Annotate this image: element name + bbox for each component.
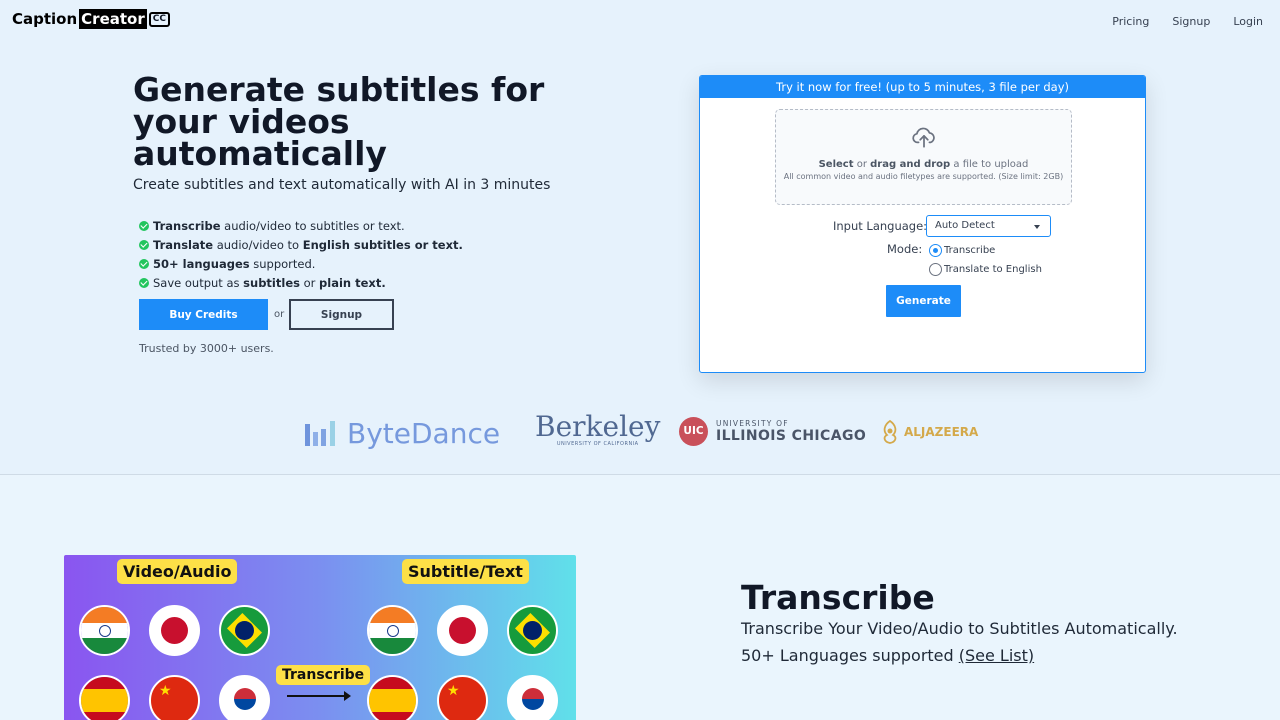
uic-logo: UIC UNIVERSITY OF ILLINOIS CHICAGO (679, 417, 866, 446)
uic-line2: ILLINOIS CHICAGO (716, 428, 867, 444)
radio-translate[interactable] (929, 263, 942, 276)
input-language-value: Auto Detect (935, 220, 995, 231)
signup-button[interactable]: Signup (289, 299, 394, 330)
input-language-label: Input Language: (833, 219, 928, 233)
japan-flag-icon (149, 605, 200, 656)
languages-text: 50+ Languages supported (741, 646, 959, 665)
brazil-flag-icon (219, 605, 270, 656)
dropzone-note: All common video and audio filetypes are… (783, 172, 1064, 181)
trusted-text: Trusted by 3000+ users. (139, 342, 274, 355)
buy-credits-button[interactable]: Buy Credits (139, 299, 268, 330)
aljazeera-logo: ALJAZEERA (880, 419, 978, 445)
see-list-link[interactable]: (See List) (959, 646, 1034, 665)
feature-bold: Translate (153, 237, 214, 252)
illus-tag-video-audio: Video/Audio (117, 559, 238, 584)
check-icon (139, 239, 149, 250)
check-icon (139, 220, 149, 231)
bytedance-text: ByteDance (347, 417, 501, 450)
nav-link-pricing[interactable]: Pricing (1112, 15, 1149, 28)
berkeley-logo: Berkeley UNIVERSITY OF CALIFORNIA (535, 410, 661, 448)
mode-option-translate[interactable]: Translate to English (929, 263, 1042, 276)
or-text: or (274, 309, 285, 320)
section-languages: 50+ Languages supported (See List) (741, 646, 1034, 665)
arrow-right-icon (287, 691, 351, 701)
feature-list: Transcribe audio/video to subtitles or t… (139, 216, 463, 292)
bytedance-logo: ByteDance (305, 417, 500, 450)
feature-item: Translate audio/video to English subtitl… (139, 235, 463, 254)
nav-link-login[interactable]: Login (1233, 15, 1263, 28)
india-flag-icon (79, 605, 130, 656)
hero-title: Generate subtitles for your videos autom… (133, 70, 545, 173)
generate-button[interactable]: Generate (886, 285, 961, 317)
spain-flag-icon (367, 675, 418, 720)
dropzone-select[interactable]: Select (819, 159, 854, 170)
illus-tag-transcribe: Transcribe (276, 665, 371, 685)
nav-links: Pricing Signup Login (1112, 15, 1263, 28)
feature-item: Save output as subtitles or plain text. (139, 273, 463, 292)
top-nav: Caption Creator CC Pricing Signup Login (0, 0, 1280, 42)
upload-card: Try it now for free! (up to 5 minutes, 3… (699, 75, 1146, 373)
dropzone-tail: a file to upload (950, 159, 1029, 170)
section-title: Transcribe (741, 578, 935, 617)
mode-option-label: Translate to English (944, 264, 1042, 275)
nav-link-signup[interactable]: Signup (1172, 15, 1210, 28)
aljazeera-emblem-icon (883, 419, 897, 444)
feature-bold: subtitles (243, 275, 300, 290)
cloud-upload-icon (912, 127, 935, 148)
korea-flag-icon (507, 675, 558, 720)
transcribe-illustration: Video/Audio Subtitle/Text Transcribe ★ ★ (64, 555, 576, 720)
brazil-flag-icon (507, 605, 558, 656)
upload-card-header: Try it now for free! (up to 5 minutes, 3… (700, 76, 1145, 98)
feature-bold: English subtitles or text. (302, 237, 463, 252)
bytedance-bars-icon (305, 420, 335, 446)
hero-subtitle: Create subtitles and text automatically … (133, 177, 551, 193)
feature-item: Transcribe audio/video to subtitles or t… (139, 216, 463, 235)
partner-logos: ByteDance Berkeley UNIVERSITY OF CALIFOR… (0, 405, 1280, 460)
feature-text: supported. (249, 256, 316, 271)
aljazeera-text: ALJAZEERA (904, 425, 979, 439)
section-subtitle: Transcribe Your Video/Audio to Subtitles… (741, 619, 1178, 638)
feature-text: or (299, 275, 320, 290)
mode-option-label: Transcribe (944, 245, 996, 256)
chevron-down-icon (1034, 225, 1040, 229)
mode-label: Mode: (887, 242, 923, 256)
feature-text: Save output as (153, 275, 244, 290)
berkeley-text: Berkeley (535, 410, 661, 443)
spain-flag-icon (79, 675, 130, 720)
logo[interactable]: Caption Creator CC (12, 9, 170, 29)
feature-bold: Transcribe (153, 218, 221, 233)
mode-option-transcribe[interactable]: Transcribe (929, 244, 995, 257)
uic-badge: UIC (679, 417, 708, 446)
dropzone-or: or (853, 159, 871, 170)
feature-text: audio/video to (213, 237, 303, 252)
dropzone-instructions: Select or drag and drop a file to upload (776, 159, 1071, 170)
check-icon (139, 258, 149, 269)
logo-caption: Caption (12, 10, 78, 28)
logo-creator: Creator (79, 9, 147, 29)
feature-bold: plain text. (319, 275, 386, 290)
dropzone-drag: drag and drop (870, 159, 951, 170)
china-flag-icon: ★ (149, 675, 200, 720)
check-icon (139, 277, 149, 288)
feature-item: 50+ languages supported. (139, 254, 463, 273)
radio-transcribe[interactable] (929, 244, 942, 257)
file-dropzone[interactable]: Select or drag and drop a file to upload… (775, 109, 1072, 205)
japan-flag-icon (437, 605, 488, 656)
feature-text: audio/video to subtitles or text. (220, 218, 405, 233)
berkeley-subtext: UNIVERSITY OF CALIFORNIA (556, 441, 639, 447)
uic-line1: UNIVERSITY OF (716, 419, 789, 428)
illus-tag-subtitle-text: Subtitle/Text (402, 559, 529, 584)
logo-cc-badge: CC (148, 11, 170, 27)
china-flag-icon: ★ (437, 675, 488, 720)
input-language-select[interactable]: Auto Detect (926, 215, 1051, 237)
korea-flag-icon (219, 675, 270, 720)
feature-bold: 50+ languages (153, 256, 250, 271)
india-flag-icon (367, 605, 418, 656)
